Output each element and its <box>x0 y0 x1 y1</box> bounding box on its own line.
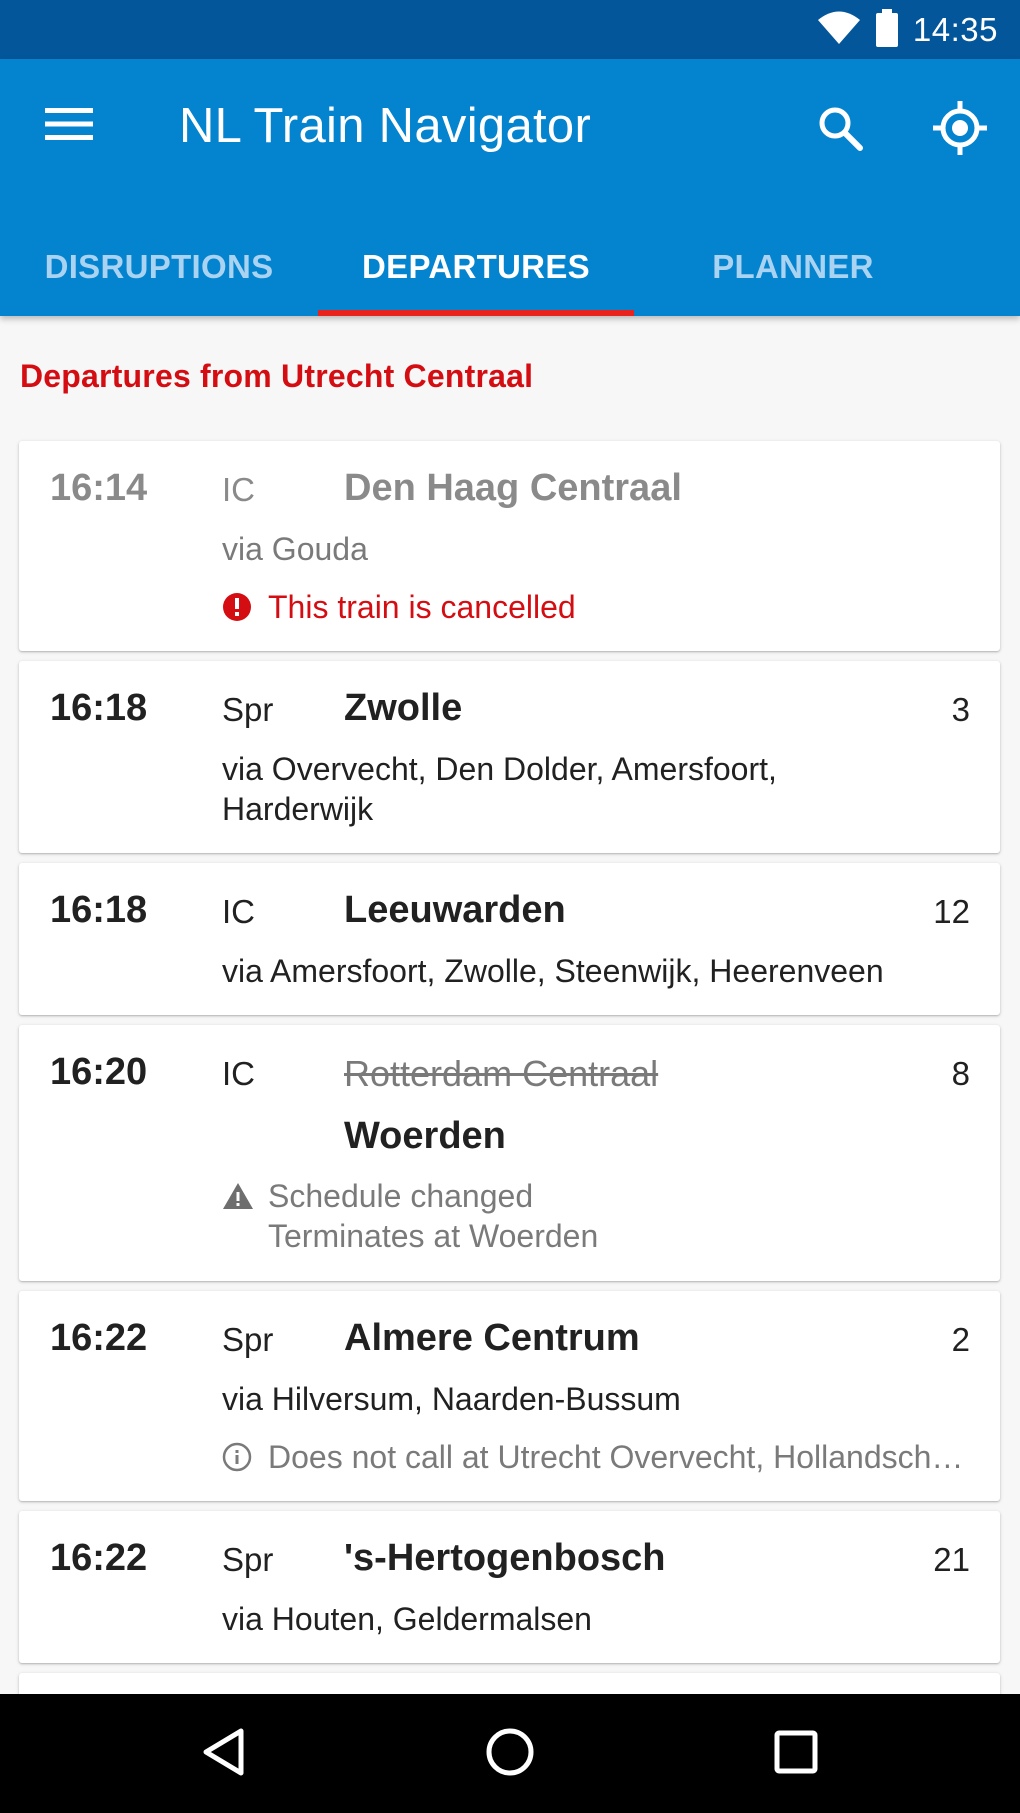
departure-time: 16:14 <box>50 467 148 509</box>
departure-card[interactable]: 16:14 IC Den Haag Centraal via Gouda Thi… <box>19 441 1000 651</box>
destination: Woerden <box>344 1115 506 1157</box>
tab-bar: DISRUPTIONS DEPARTURES PLANNER <box>0 235 1020 316</box>
menu-button[interactable] <box>34 97 104 155</box>
departure-card[interactable]: 16:20 IC Rotterdam Centraal 8 Woerden Sc… <box>19 1025 1000 1281</box>
via-route: via Overvecht, Den Dolder, Amersfoort, H… <box>222 749 982 829</box>
departure-card[interactable]: 16:22 Spr 's-Hertogenbosch 21 via Houten… <box>19 1511 1000 1663</box>
destination: 's-Hertogenbosch <box>344 1537 666 1579</box>
departure-card[interactable]: 16:22 Spr Almere Centrum 2 via Hilversum… <box>19 1291 1000 1501</box>
status-bar: 14:35 <box>0 0 1020 59</box>
status-icons: 14:35 <box>817 8 998 52</box>
my-location-icon <box>932 100 988 161</box>
schedule-notice: Schedule changed Terminates at Woerden <box>222 1176 598 1256</box>
home-button[interactable] <box>465 1716 555 1792</box>
recents-icon <box>774 1730 818 1779</box>
departure-card[interactable]: 16:18 IC Leeuwarden 12 via Amersfoort, Z… <box>19 863 1000 1015</box>
info-notice: Does not call at Utrecht Overvecht, Holl… <box>222 1437 968 1477</box>
navigation-bar <box>0 1694 1020 1813</box>
search-icon <box>817 105 863 156</box>
my-location-button[interactable] <box>920 94 1000 166</box>
battery-icon <box>875 8 899 52</box>
departure-time: 16:20 <box>50 1051 148 1093</box>
via-route: via Amersfoort, Zwolle, Steenwijk, Heere… <box>222 953 884 989</box>
app-title: NL Train Navigator <box>179 99 592 153</box>
tab-indicator <box>318 310 634 316</box>
status-time: 14:35 <box>912 11 998 48</box>
tab-disruptions[interactable]: DISRUPTIONS <box>0 235 318 316</box>
departure-card[interactable]: 16:18 Spr Zwolle 3 via Overvecht, Den Do… <box>19 661 1000 853</box>
wifi-icon <box>817 10 861 51</box>
train-type: IC <box>222 471 255 508</box>
notice-line: Terminates at Woerden <box>268 1218 599 1254</box>
train-type: IC <box>222 1055 255 1092</box>
cancel-notice: This train is cancelled <box>222 587 576 627</box>
departure-time: 16:22 <box>50 1317 148 1359</box>
home-icon <box>485 1727 535 1782</box>
destination: Leeuwarden <box>344 889 566 931</box>
departure-time: 16:18 <box>50 889 148 931</box>
menu-icon <box>45 106 93 147</box>
train-type: Spr <box>222 1541 274 1578</box>
info-icon <box>222 1437 256 1477</box>
back-icon <box>201 1727 245 1782</box>
app-bar: NL Train Navigator DISRUPTIONS DEPARTURE… <box>0 59 1020 316</box>
train-type: Spr <box>222 691 274 728</box>
destination: Den Haag Centraal <box>344 467 682 509</box>
section-heading: Departures from Utrecht Centraal <box>20 358 534 394</box>
track-number: 8 <box>951 1055 970 1092</box>
error-icon <box>222 587 256 627</box>
train-type: Spr <box>222 1321 274 1358</box>
train-type: IC <box>222 893 255 930</box>
notice-text: Does not call at Utrecht Overvecht, Holl… <box>268 1439 968 1475</box>
destination: Almere Centrum <box>344 1317 640 1359</box>
notice-line: Schedule changed <box>268 1178 534 1214</box>
track-number: 2 <box>951 1321 970 1358</box>
tab-departures[interactable]: DEPARTURES <box>318 235 634 316</box>
departure-time: 16:18 <box>50 687 148 729</box>
track-number: 21 <box>933 1541 970 1578</box>
track-number: 12 <box>933 893 970 930</box>
notice-text: Schedule changed Terminates at Woerden <box>268 1176 598 1256</box>
warning-icon <box>222 1176 256 1216</box>
back-button[interactable] <box>178 1716 268 1792</box>
via-route: via Houten, Geldermalsen <box>222 1601 592 1637</box>
via-line: Harderwijk <box>222 791 374 827</box>
track-number: 3 <box>951 691 970 728</box>
departure-time: 16:22 <box>50 1537 148 1579</box>
notice-text: This train is cancelled <box>268 589 576 625</box>
destination: Zwolle <box>344 687 463 729</box>
via-route: via Hilversum, Naarden-Bussum <box>222 1381 681 1417</box>
recents-button[interactable] <box>751 1716 841 1792</box>
via-route: via Gouda <box>222 531 368 567</box>
search-button[interactable] <box>804 94 876 166</box>
original-destination: Rotterdam Centraal <box>344 1053 659 1094</box>
via-line: via Overvecht, Den Dolder, Amersfoort, <box>222 751 777 787</box>
tab-planner[interactable]: PLANNER <box>634 235 952 316</box>
